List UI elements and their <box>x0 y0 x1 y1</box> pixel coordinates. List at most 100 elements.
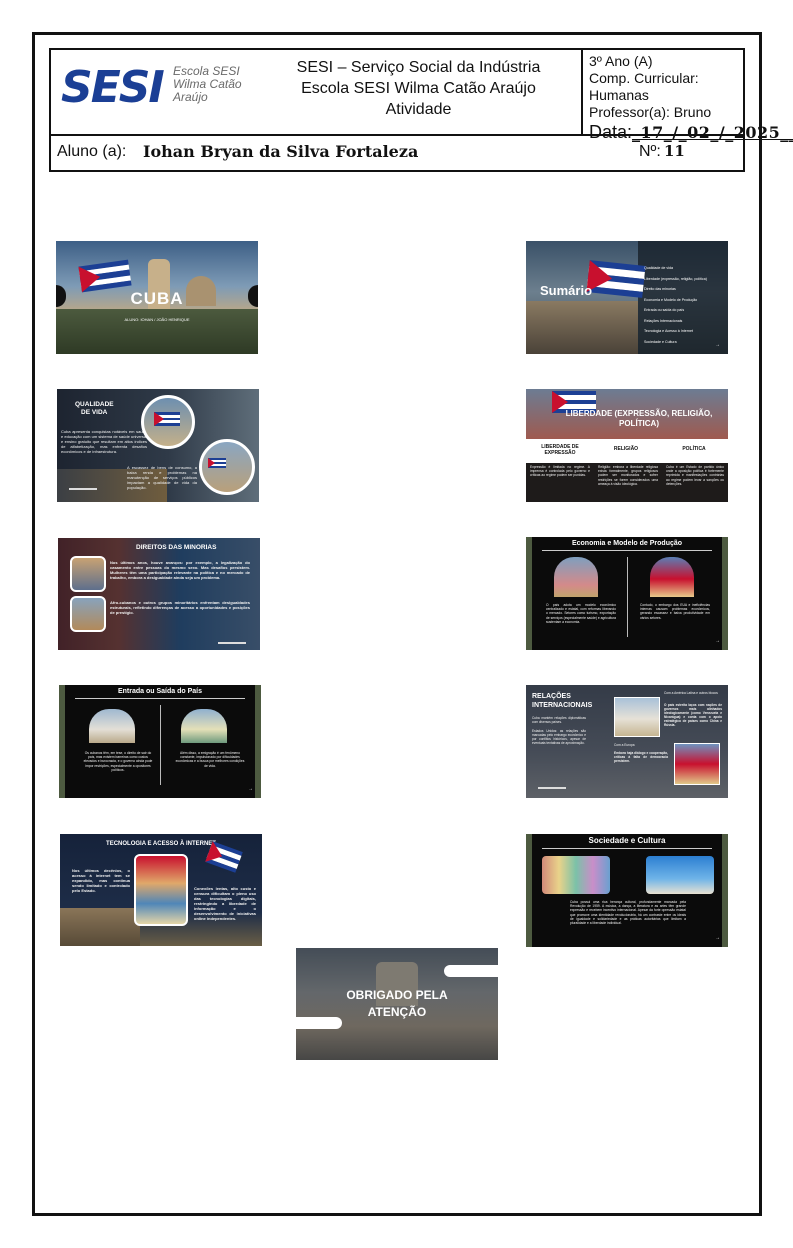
student-label: Aluno (a): <box>57 143 127 160</box>
relacoes-text-3: Com a América Latina e outros blocos <box>664 691 718 695</box>
slide-sociedade: Sociedade e Cultura Cuba possui uma rica… <box>526 834 728 947</box>
institution-line-2: Escola SESI Wilma Catão Araújo <box>301 80 536 97</box>
relacoes-photo-2 <box>674 743 720 785</box>
sesi-logo-word: SESI <box>61 62 165 113</box>
qualidade-title-line2: DE VIDA <box>81 409 108 416</box>
relacoes-text-4: O país estreita laços com nações de gove… <box>664 703 722 727</box>
tecnologia-title: TECNOLOGIA E ACESSO À INTERNET <box>106 841 216 847</box>
liberdade-col3-head: POLÍTICA <box>682 446 706 452</box>
institution-line-3: Atividade <box>385 101 452 118</box>
slide-obrigado: OBRIGADO PELA ATENÇÃO <box>296 948 498 1060</box>
next-arrow-icon: → <box>715 935 720 941</box>
liberdade-col1-head: LIBERDADE DE EXPRESSÃO <box>541 444 579 456</box>
institution-cell: SESI – Serviço Social da Indústria Escol… <box>256 50 581 136</box>
next-arrow-icon: → <box>248 786 253 792</box>
header-table: SESI Escola SESI Wilma Catão Araújo SESI… <box>49 48 793 172</box>
photo-woman <box>70 556 106 592</box>
slide-qualidade: QUALIDADE DE VIDA Cuba apresenta conquis… <box>57 389 259 502</box>
tecnologia-text-1: Nos últimos decênios, o acesso à interne… <box>72 868 130 893</box>
relacoes-text-2: Estados Unidos: as relações são marcadas… <box>532 729 586 745</box>
slide-tecnologia: TECNOLOGIA E ACESSO À INTERNET Nos últim… <box>60 834 262 946</box>
economia-photo-1 <box>554 557 598 597</box>
tecnologia-photo <box>134 854 188 926</box>
economia-title: Economia e Modelo de Produção <box>571 540 683 547</box>
minorias-title: DIREITOS DAS MINORIAS <box>136 544 217 551</box>
institution-line-1: SESI – Serviço Social da Indústria <box>296 59 541 76</box>
sociedade-photo-1 <box>542 856 610 894</box>
relacoes-photo-1 <box>614 697 660 737</box>
sociedade-photo-2 <box>646 856 714 894</box>
relacoes-text-1: Cuba mantém relações diplomáticas com di… <box>532 716 586 724</box>
liberdade-col2-head: RELIGIÃO <box>613 446 639 452</box>
teacher: Professor(a): Bruno <box>589 104 712 120</box>
grade: 3º Ano (A) <box>589 53 653 69</box>
relacoes-title-line2: INTERNACIONAIS <box>532 702 593 709</box>
entrada-title: Entrada ou Saída do País <box>117 688 203 695</box>
number-value: 11 <box>664 142 685 160</box>
slide-minorias: DIREITOS DAS MINORIAS Nos últimos anos, … <box>58 538 260 650</box>
entrada-text-2: Além disso, a emigração é um fenômeno co… <box>175 751 245 768</box>
entrada-photo-2 <box>181 709 227 743</box>
minorias-text-2: Afro-cubanos e outros grupos minoritário… <box>110 600 250 615</box>
cuba-flag-icon <box>586 260 646 298</box>
student-row: Aluno (a): Iohan Bryan da Silva Fortalez… <box>51 136 743 170</box>
slide-liberdade: LIBERDADE (EXPRESSÃO, RELIGIÃO, POLÍTICA… <box>526 389 728 502</box>
student-name: Iohan Bryan da Silva Fortaleza <box>143 142 419 161</box>
sumario-item: Direito das minorias <box>644 287 676 291</box>
slide-cuba-subtitle: ALUNO: IOHAN / JOÃO HENRIQUE <box>124 317 190 322</box>
sumario-item: Economia e Modelo de Produção <box>644 297 698 302</box>
relacoes-text-6: Embora haja diálogo e cooperação, crític… <box>614 751 668 763</box>
sumario-item: Entrada ou saída do país <box>644 308 685 312</box>
qualidade-text-1: Cuba apresenta conquistas notáveis em sa… <box>61 429 147 454</box>
cuba-flag-icon <box>208 458 226 468</box>
trees <box>56 309 258 354</box>
sociedade-text: Cuba possui uma rica herança cultural, p… <box>570 900 686 926</box>
sumario-item: Sociedade e Cultura <box>644 339 677 344</box>
logo-line-3: Araújo <box>173 90 208 104</box>
economia-photo-2 <box>650 557 694 597</box>
photo-street <box>70 596 106 632</box>
relacoes-title-line1: RELAÇÕES <box>532 693 571 700</box>
sumario-item: Tecnologia e Acesso à Internet <box>644 329 693 333</box>
slide-sumario-title: Sumário <box>540 283 593 298</box>
sesi-logo: SESI Escola SESI Wilma Catão Araújo <box>61 62 251 122</box>
sumario-item: Qualidade de vida <box>644 266 673 270</box>
economia-text-1: O país adota um modelo econômico central… <box>546 603 617 624</box>
capitol-photo-circle <box>199 439 255 495</box>
entrada-photo-1 <box>89 709 135 743</box>
sesi-logo-school: Escola SESI Wilma Catão Araújo <box>173 65 242 104</box>
sumario-list: Qualidade de vida Liberdade (expressão, … <box>644 263 724 347</box>
liberdade-title: LIBERDADE (EXPRESSÃO, RELIGIÃO, POLÍTICA… <box>565 409 713 428</box>
next-arrow-icon: → <box>715 638 720 644</box>
slide-cuba-title: CUBA <box>130 289 184 308</box>
next-arrow-icon: → <box>715 342 720 348</box>
class-info-cell: 3º Ano (A) Comp. Curricular: Humanas Pro… <box>581 50 793 142</box>
qualidade-text-2: A escassez de bens de consumo, a baixa r… <box>127 465 197 490</box>
relacoes-text-5: Com a Europa <box>614 743 635 747</box>
minorias-text-1: Nos últimos anos, houve avanços: por exe… <box>110 560 250 580</box>
economia-text-2: Contudo, o embargo dos EUA e ineficiênci… <box>640 603 710 620</box>
slide-sumario: Sumário Qualidade de vida Liberdade (exp… <box>526 241 728 354</box>
liberdade-col3-text: Cuba é um Estado de partido único onde a… <box>666 465 724 486</box>
slide-relacoes: RELAÇÕES INTERNACIONAIS Cuba mantém rela… <box>526 685 728 798</box>
liberdade-col2-text: Religião: embora a liberdade religiosa e… <box>598 465 658 486</box>
building-photo <box>60 908 140 946</box>
sumario-item: Relações Internacionais <box>644 318 683 323</box>
entrada-text-1: Os cubanos têm, em tese, o direito de sa… <box>83 751 153 772</box>
slide-entrada: Entrada ou Saída do País Os cubanos têm,… <box>59 685 261 798</box>
component: Comp. Curricular: Humanas <box>589 70 699 103</box>
street-photo <box>526 301 638 354</box>
cuba-flag-icon <box>154 412 180 426</box>
liberdade-col1-text: Expressão é limitada no regime. A impren… <box>530 465 590 478</box>
number-label: Nº: <box>639 143 661 160</box>
slide-economia: Economia e Modelo de Produção O país ado… <box>526 537 728 650</box>
tecnologia-text-2: Conexões lentas, alto custo e censura di… <box>194 886 256 921</box>
flag-photo-circle <box>141 395 195 449</box>
logo-cell: SESI Escola SESI Wilma Catão Araújo <box>51 50 256 136</box>
obrigado-title-line1: OBRIGADO PELA <box>346 988 448 1002</box>
sumario-item: Liberdade (expressão, religião, política… <box>644 276 707 281</box>
sociedade-title: Sociedade e Cultura <box>588 836 666 845</box>
qualidade-title-line1: QUALIDADE <box>75 401 114 408</box>
obrigado-title-line2: ATENÇÃO <box>367 1005 427 1019</box>
slide-cuba: CUBA ALUNO: IOHAN / JOÃO HENRIQUE <box>56 241 258 354</box>
